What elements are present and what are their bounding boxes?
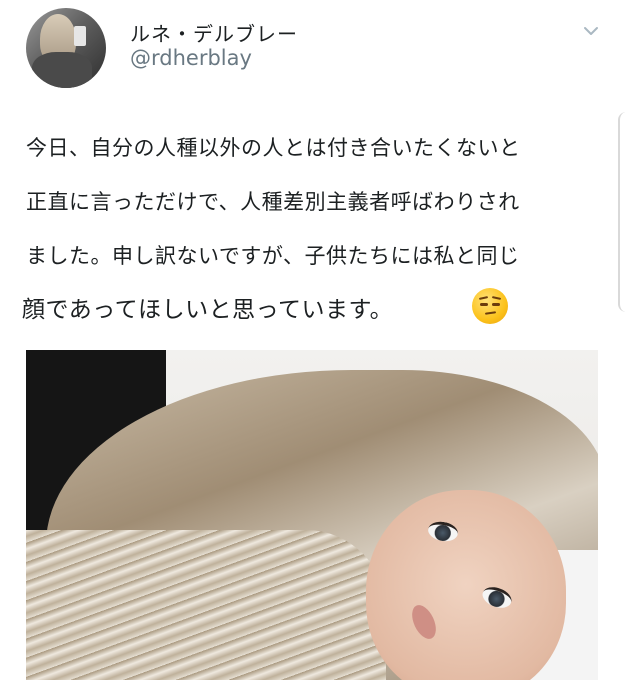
avatar-body bbox=[32, 52, 92, 88]
tweet-photo[interactable] bbox=[26, 350, 598, 680]
tweet-card: ルネ・デルブレー @rdherblay 今日、自分の人種以外の人とは付き合いたく… bbox=[0, 0, 625, 680]
tweet-line: ました。申し訳ないですが、子供たちには私と同じ bbox=[26, 244, 520, 268]
photo-face bbox=[366, 490, 566, 680]
unamused-face-icon bbox=[472, 288, 508, 324]
avatar[interactable] bbox=[26, 8, 106, 88]
user-handle[interactable]: @rdherblay bbox=[130, 46, 252, 70]
avatar-phone bbox=[74, 26, 86, 46]
tweet-line: 今日、自分の人種以外の人とは付き合いたくないと bbox=[26, 136, 521, 160]
tweet-line: 顔であってほしいと思っています。 bbox=[22, 297, 394, 323]
chevron-down-icon[interactable] bbox=[582, 22, 600, 40]
card-edge bbox=[618, 112, 625, 312]
tweet-line: 正直に言っただけで、人種差別主義者呼ばわりされ bbox=[26, 190, 520, 214]
photo-hair-strands bbox=[26, 530, 386, 680]
display-name[interactable]: ルネ・デルブレー bbox=[130, 18, 298, 47]
